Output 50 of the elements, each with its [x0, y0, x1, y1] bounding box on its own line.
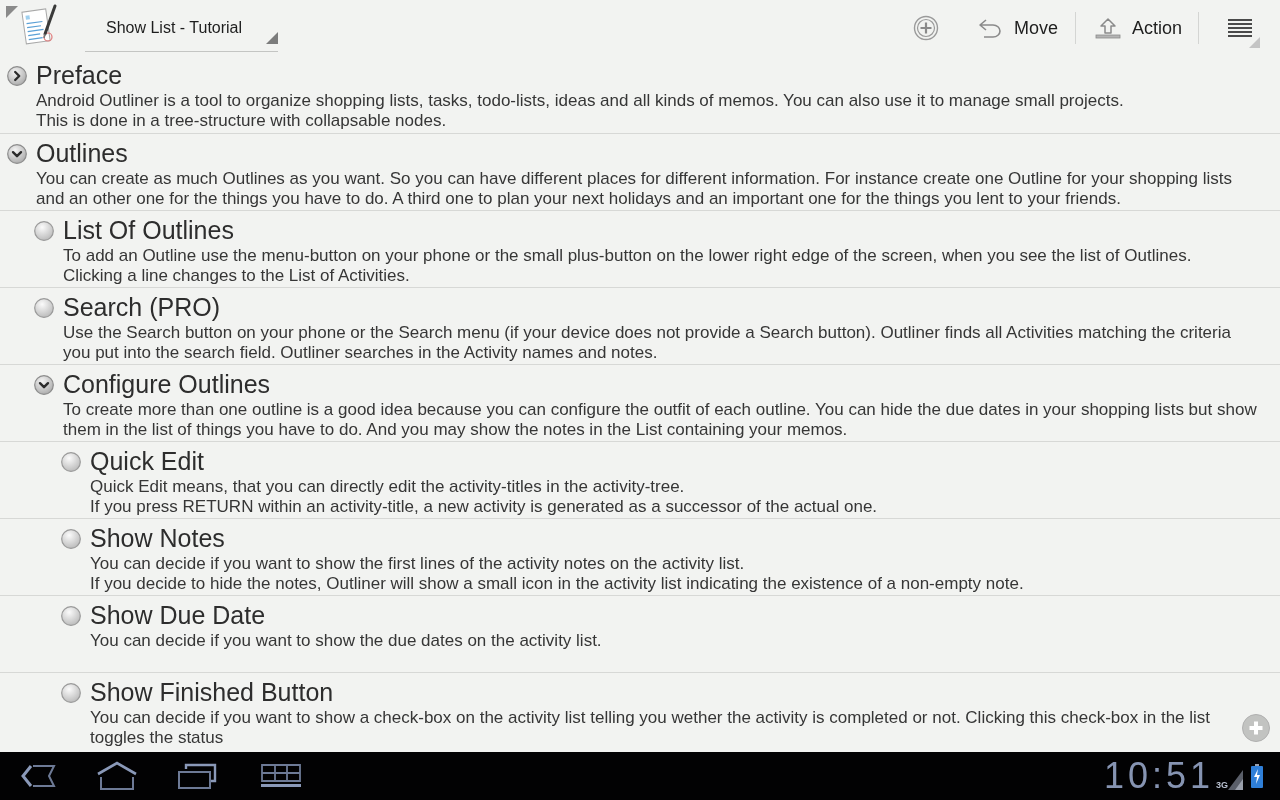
node-title: Search (PRO) — [63, 292, 220, 322]
node-title: Configure Outlines — [63, 369, 271, 399]
battery-charging-icon — [1251, 764, 1263, 788]
node-title: Quick Edit — [90, 446, 204, 476]
move-button[interactable]: Move — [965, 6, 1075, 50]
corner-triangle-icon — [6, 6, 18, 18]
add-circle-icon — [912, 15, 939, 41]
menu-icon — [1227, 18, 1252, 38]
plus-icon — [1248, 720, 1264, 736]
upload-icon — [1094, 17, 1121, 39]
back-icon — [19, 763, 57, 789]
chevron-down-icon[interactable] — [34, 375, 54, 395]
bullet-icon — [61, 452, 81, 472]
grid-icon — [261, 764, 301, 788]
notepad-pen-icon[interactable] — [19, 4, 59, 48]
node-title: Preface — [36, 60, 123, 90]
corner-triangle-icon — [1249, 37, 1260, 48]
home-button[interactable] — [95, 760, 139, 792]
node-note: To add an Outline use the menu-button on your phone or the small plus-button on the lower right edge of the screen, when you see the list of Outlines. Clicking a line changes to the List of Activities. — [63, 246, 1192, 286]
recent-apps-button[interactable] — [176, 761, 218, 791]
add-circle-button[interactable] — [912, 15, 939, 41]
home-icon — [96, 761, 138, 791]
bullet-icon — [34, 298, 54, 318]
chevron-right-icon[interactable] — [7, 66, 27, 86]
corner-triangle-icon — [266, 32, 278, 44]
undo-arrow-icon — [977, 17, 1003, 39]
bullet-icon — [61, 606, 81, 626]
list-dropdown[interactable]: Show List - Tutorial — [85, 4, 278, 52]
bullet-icon — [61, 683, 81, 703]
network-type: 3G — [1216, 780, 1228, 790]
clock: 10:51 — [1103, 758, 1214, 794]
node-note: Quick Edit means, that you can directly edit the activity-titles in the activity-tree. If you press RETURN within an activity-title, a new activity is generated as a successor of the actual one. — [90, 477, 878, 517]
node-note: You can create as much Outlines as you want. So you can have different places for different information. For instance create one Outline for your shopping lists and an other one for the things you have to do. A third one to plan your next holidays and an important one for the things you lent to your friends. — [36, 169, 1233, 209]
node-note: You can decide if you want to show a check-box on the activity list telling you wether the activity is completed or not. Clicking this check-box in the list toggles the status — [90, 708, 1211, 748]
node-note: You can decide if you want to show the first lines of the activity notes on the activity list. If you decide to hide the notes, Outliner will show a small icon in the activity list indicating the existence of a non-empty note. — [90, 554, 1024, 594]
node-title: Show Notes — [90, 523, 225, 553]
chevron-down-icon[interactable] — [7, 144, 27, 164]
recent-apps-icon — [177, 763, 217, 789]
node-title: Show Finished Button — [90, 677, 334, 707]
action-button[interactable]: Action — [1075, 6, 1198, 50]
node-note: To create more than one outline is a good idea because you can configure the outfit of each outline. You can hide the due dates in your shopping lists but show them in the list of things you have to do. And you may show the notes in the List containing your memos. — [63, 400, 1257, 440]
node-title: Show Due Date — [90, 600, 266, 630]
node-note: Use the Search button on your phone or the Search menu (if your device does not provide a Search button). Outliner finds all Activities matching the criteria you put into the search field. Outliner searches in the Activity names and notes. — [63, 323, 1231, 363]
bullet-icon — [34, 221, 54, 241]
bullet-icon — [61, 529, 81, 549]
node-title: Outlines — [36, 138, 128, 168]
node-note: Android Outliner is a tool to organize shopping lists, tasks, todo-lists, ideas and all kinds of memos. You can also use it to manage small projects. This is done in a tree-structure with collapsable nodes. — [36, 91, 1124, 131]
signal-icon — [1228, 770, 1243, 790]
node-title: List Of Outlines — [63, 215, 234, 245]
node-note: You can decide if you want to show the due dates on the activity list. — [90, 631, 602, 651]
